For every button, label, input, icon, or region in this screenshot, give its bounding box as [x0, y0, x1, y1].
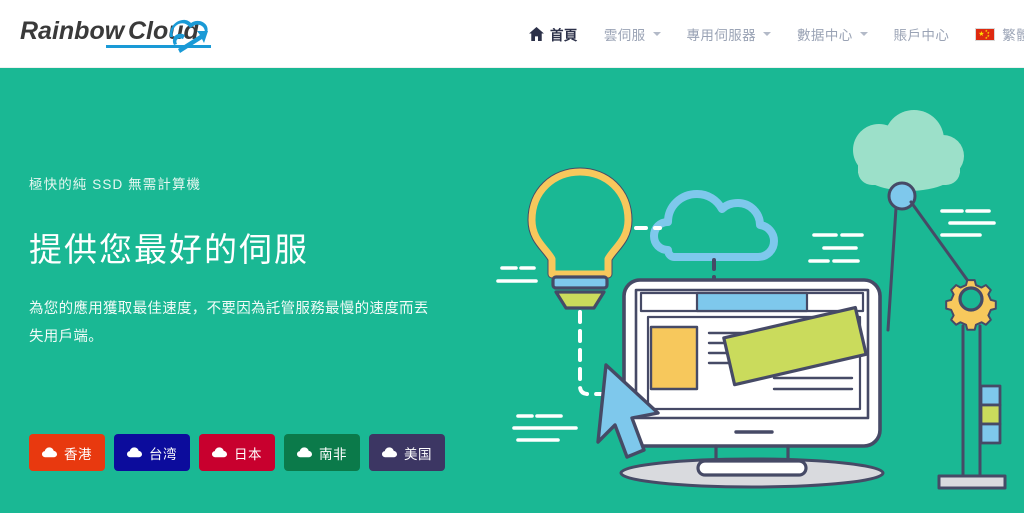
location-button-southafrica[interactable]: 南非	[284, 434, 360, 471]
nav-label-account-center: 賬戶中心	[893, 28, 950, 43]
nav-label-language: 繁體中文	[1002, 28, 1024, 43]
hero-copy: 極快的純 SSD 無需計算機 提供您最好的伺服 為您的應用獲取最佳速度，不要因為…	[29, 173, 449, 352]
outline-cloud	[650, 190, 778, 261]
cloud-icon	[382, 447, 397, 458]
location-button-row: 香港 台湾 日本 南非 美国	[29, 434, 445, 471]
nav-label-dedicated-server: 專用伺服器	[686, 28, 757, 43]
illustration-svg	[496, 110, 1007, 490]
location-label-taiwan: 台湾	[149, 446, 177, 462]
hero-headline: 提供您最好的伺服	[29, 231, 309, 268]
logo-text-main: Rainbow	[20, 17, 126, 45]
location-button-usa[interactable]: 美国	[369, 434, 445, 471]
cloud-icon	[297, 447, 312, 458]
site-header: Rainbow Cloud 首頁 雲伺服 專用伺服器 數据中心 賬戶中心 ★ ★…	[0, 0, 1024, 68]
nav-item-account-center[interactable]: 賬戶中心	[881, 0, 963, 68]
location-button-japan[interactable]: 日本	[199, 434, 275, 471]
location-label-usa: 美国	[404, 446, 432, 462]
location-label-japan: 日本	[234, 446, 262, 462]
cn-flag-icon: ★ ★ ★ ★ ★	[975, 27, 996, 41]
logo-svg: Rainbow Cloud	[20, 17, 211, 53]
page-root: Rainbow Cloud 首頁 雲伺服 專用伺服器 數据中心 賬戶中心 ★ ★…	[0, 0, 1024, 513]
lightbulb	[527, 167, 633, 310]
home-icon	[529, 27, 544, 41]
chevron-down-icon	[859, 32, 868, 36]
chevron-down-icon	[652, 32, 661, 36]
nav-item-data-center[interactable]: 數据中心	[784, 0, 881, 68]
cloud-icon	[42, 447, 57, 458]
hero-subcopy: 為您的應用獲取最佳速度，不要因為託管服務最慢的速度而丟失用戶端。	[29, 301, 429, 346]
location-label-hongkong: 香港	[64, 446, 92, 462]
cloud-hosting-illustration	[484, 68, 1024, 513]
nav-item-dedicated-server[interactable]: 專用伺服器	[674, 0, 785, 68]
nav-label-home: 首頁	[550, 28, 578, 43]
hero-eyebrow: 極快的純 SSD 無需計算機	[29, 177, 202, 192]
cloud-icon	[127, 447, 142, 458]
crane-gear	[886, 181, 1007, 490]
site-logo[interactable]: Rainbow Cloud	[18, 7, 218, 57]
chevron-down-icon	[763, 32, 772, 36]
location-button-hongkong[interactable]: 香港	[29, 434, 105, 471]
nav-label-data-center: 數据中心	[797, 28, 853, 43]
location-label-southafrica: 南非	[319, 446, 347, 462]
hero-section: 極快的純 SSD 無需計算機 提供您最好的伺服 為您的應用獲取最佳速度，不要因為…	[0, 68, 1024, 513]
nav-item-home[interactable]: 首頁	[516, 0, 591, 68]
location-button-taiwan[interactable]: 台湾	[114, 434, 190, 471]
nav-label-cloud-server: 雲伺服	[603, 28, 646, 43]
nav-item-language[interactable]: ★ ★ ★ ★ ★ 繁體中文	[962, 0, 1024, 68]
main-nav: 首頁 雲伺服 專用伺服器 數据中心 賬戶中心 ★ ★ ★ ★ ★ 繁體	[516, 0, 1024, 68]
cloud-icon	[212, 447, 227, 458]
nav-item-cloud-server[interactable]: 雲伺服	[591, 0, 674, 68]
